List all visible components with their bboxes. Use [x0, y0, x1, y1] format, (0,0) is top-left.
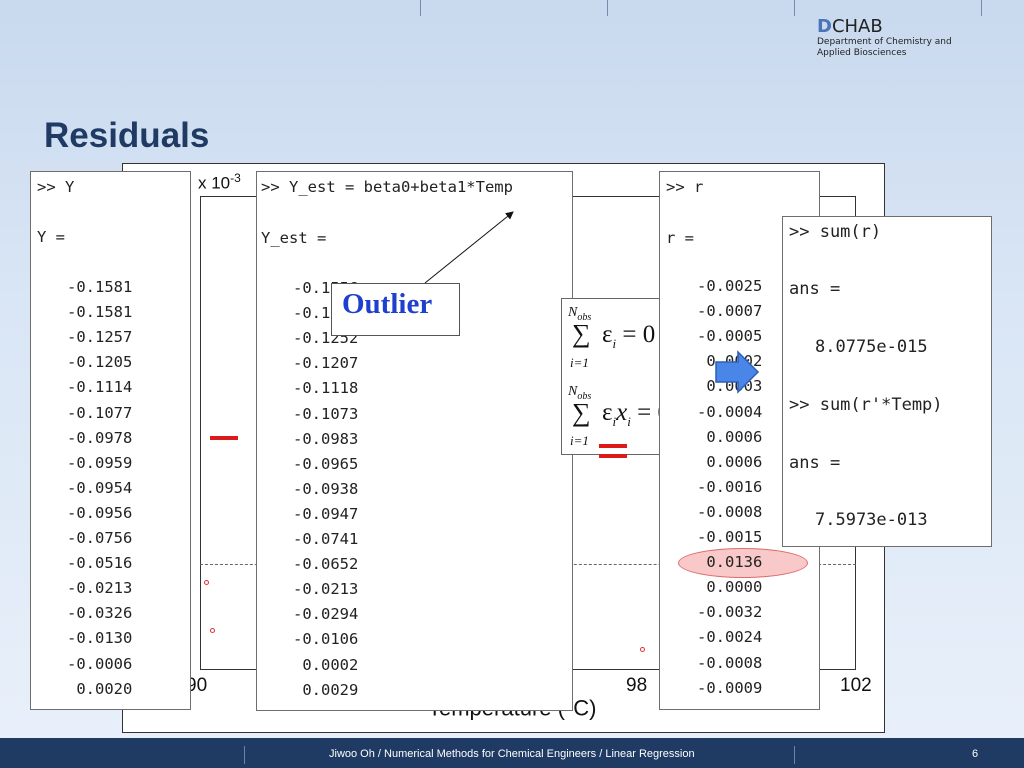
console-value-row: -0.0005: [697, 327, 763, 346]
console-value-row: -0.0008: [697, 502, 763, 521]
console-window-sum: >> sum(r) ans = 8.0775e-015 >> sum(r'*Te…: [782, 216, 992, 547]
sigma-symbol: ∑: [572, 398, 591, 427]
footer-bar: Jiwoo Oh / Numerical Methods for Chemica…: [0, 738, 1024, 768]
footer-text: Jiwoo Oh / Numerical Methods for Chemica…: [329, 748, 695, 760]
right-arrow-icon: [715, 350, 760, 394]
console-value-row: -0.0015: [697, 528, 763, 546]
page-number: 6: [972, 748, 979, 760]
console-command: >> sum(r'*Temp): [789, 395, 943, 415]
console-value-row: -0.0004: [697, 402, 763, 421]
red-underline-mark: [599, 454, 627, 458]
sum-lower-limit: i=1: [570, 355, 589, 370]
console-header: r =: [666, 229, 694, 247]
console-header: ans =: [789, 279, 841, 299]
console-command: >> sum(r): [789, 222, 882, 242]
console-value-row: 0.0006: [697, 452, 763, 471]
console-value-row: 0.0136: [697, 553, 763, 572]
console-value-row: -0.0025: [697, 277, 763, 295]
red-underline-mark: [599, 444, 627, 448]
footer-divider: [794, 746, 795, 764]
console-value-row: -0.0009: [697, 678, 763, 697]
console-value-row: 0.0000: [697, 578, 763, 597]
sum-result: 7.5973e-013: [815, 510, 928, 530]
console-prompt: >> r: [666, 178, 704, 196]
console-value-row: -0.0024: [697, 628, 763, 647]
sum-result: 8.0775e-015: [815, 337, 928, 357]
console-value-row: -0.0007: [697, 302, 763, 321]
console-value-row: -0.0008: [697, 653, 763, 672]
sum-lower-limit: i=1: [570, 433, 589, 448]
console-value-row: -0.0016: [697, 477, 763, 496]
equation-1: εi = 0: [602, 321, 656, 351]
console-value-row: -0.0032: [697, 603, 763, 622]
sigma-symbol: ∑: [572, 319, 591, 348]
console-header: ans =: [789, 453, 841, 473]
console-value-row: 0.0006: [697, 427, 763, 446]
footer-divider: [244, 746, 245, 764]
